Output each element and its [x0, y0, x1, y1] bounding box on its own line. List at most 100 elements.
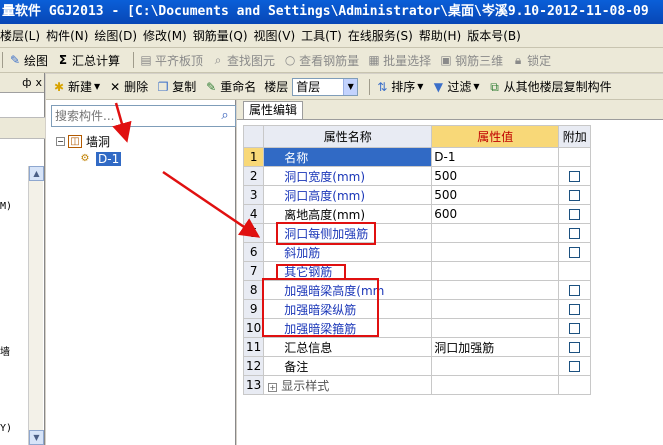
property-name: 名称 — [263, 147, 433, 167]
extra-cell — [558, 185, 592, 205]
filter-button[interactable]: ▼ 过滤 ▼ — [431, 78, 480, 95]
search-input[interactable] — [52, 107, 215, 125]
property-value[interactable]: 500 — [431, 185, 560, 205]
property-value[interactable]: D-1 — [431, 147, 560, 167]
batch-icon: ▦ — [368, 53, 380, 67]
property-value[interactable] — [431, 280, 560, 300]
pencil-icon: ✎ — [9, 53, 21, 67]
floor-select-value: 首层 — [296, 80, 321, 94]
property-value[interactable] — [431, 223, 560, 243]
table-row[interactable]: 1 名称 D-1 — [242, 147, 592, 167]
layers-icon: ⧉ — [490, 79, 499, 94]
property-name: 斜加筋 — [263, 242, 433, 262]
row-number-header — [242, 125, 265, 148]
delete-button[interactable]: ✕ 删除 — [108, 78, 148, 95]
sort-button[interactable]: ⇅ 排序 ▼ — [375, 78, 423, 95]
extra-checkbox[interactable] — [569, 361, 581, 372]
row-number: 6 — [242, 242, 265, 262]
scroll-up-icon[interactable]: ▲ — [29, 166, 44, 181]
property-group-display-style[interactable]: + 显示样式 — [263, 375, 433, 395]
extra-checkbox[interactable] — [569, 171, 581, 182]
row-number: 9 — [242, 299, 265, 319]
extra-cell — [558, 166, 592, 186]
collapse-icon[interactable]: − — [56, 136, 65, 146]
copy-from-floor-button[interactable]: ⧉ 从其他楼层复制构件 — [488, 78, 611, 95]
extra-checkbox[interactable] — [569, 304, 581, 315]
draw-button[interactable]: ✎ 绘图 — [8, 52, 48, 69]
left-dock-text: Y) — [0, 423, 13, 434]
menu-help[interactable]: 帮助(H) — [419, 27, 467, 44]
new-button[interactable]: ✱ 新建 ▼ — [52, 78, 100, 95]
table-row[interactable]: 4 离地高度(mm) 600 — [242, 204, 592, 224]
tree-node-label: 墙洞 — [86, 134, 111, 149]
property-value[interactable] — [431, 242, 560, 262]
property-value[interactable] — [431, 299, 560, 319]
property-name: 备注 — [263, 356, 433, 376]
extra-cell — [558, 242, 592, 262]
property-value[interactable] — [431, 318, 560, 338]
lock-label: 锁定 — [527, 53, 552, 68]
flat-slab-button[interactable]: ▤ 平齐板顶 — [139, 52, 203, 69]
menu-tools[interactable]: 工具(T) — [301, 27, 348, 44]
left-dock-scrollbar[interactable]: ▲ ▼ — [28, 166, 44, 445]
table-row[interactable]: 3 洞口高度(mm) 500 — [242, 185, 592, 205]
tree-node-d1[interactable]: ⚙ D-1 — [56, 150, 236, 168]
extra-checkbox[interactable] — [569, 209, 581, 220]
view-rebar-label: 查看钢筋量 — [299, 53, 360, 68]
copy-button[interactable]: ❐ 复制 — [156, 78, 196, 95]
find-element-button[interactable]: ⌕ 查找图元 — [211, 52, 275, 69]
view-rebar-button[interactable]: ○ 查看钢筋量 — [283, 52, 359, 69]
batch-select-button[interactable]: ▦ 批量选择 — [367, 52, 431, 69]
menu-view[interactable]: 视图(V) — [254, 27, 302, 44]
tree-node-wall-opening[interactable]: − ◫ 墙洞 — [56, 132, 236, 150]
menu-floor[interactable]: 楼层(L) — [0, 27, 46, 44]
new-icon: ✱ — [53, 79, 65, 94]
extra-cell — [558, 261, 592, 281]
extra-checkbox[interactable] — [569, 247, 581, 258]
property-value[interactable] — [431, 261, 560, 281]
menu-draw[interactable]: 绘图(D) — [94, 27, 143, 44]
menu-bar: 楼层(L) 构件(N) 绘图(D) 修改(M) 钢筋量(Q) 视图(V) 工具(… — [0, 24, 663, 48]
pin-icon[interactable]: ф — [22, 76, 31, 89]
menu-rebar-quantity[interactable]: 钢筋量(Q) — [193, 27, 254, 44]
rebar-3d-button[interactable]: ▣ 钢筋三维 — [439, 52, 503, 69]
table-row[interactable]: 6 斜加筋 — [242, 242, 592, 262]
rename-button[interactable]: ✎ 重命名 — [204, 78, 256, 95]
sort-label: 排序 — [391, 80, 416, 94]
table-row[interactable]: 13 + 显示样式 — [242, 375, 592, 395]
menu-online-service[interactable]: 在线服务(S) — [348, 27, 419, 44]
property-value-header: 属性值 — [431, 125, 560, 148]
extra-checkbox[interactable] — [569, 323, 581, 334]
table-row[interactable]: 2 洞口宽度(mm) 500 — [242, 166, 592, 186]
extra-checkbox[interactable] — [569, 190, 581, 201]
property-value[interactable]: 洞口加强筋 — [431, 337, 560, 357]
wall-opening-icon: ◫ — [68, 134, 82, 148]
extra-cell — [558, 280, 592, 300]
search-icon[interactable]: ⌕ — [215, 106, 235, 126]
floor-select[interactable]: 首层 ▼ — [292, 77, 359, 96]
property-value[interactable] — [431, 356, 560, 376]
close-icon[interactable]: x — [35, 76, 42, 89]
batch-select-label: 批量选择 — [383, 53, 432, 68]
lock-button[interactable]: 🔒︎ 锁定 — [511, 52, 551, 69]
table-row[interactable]: 11 汇总信息 洞口加强筋 — [242, 337, 592, 357]
menu-component[interactable]: 构件(N) — [46, 27, 94, 44]
menu-modify[interactable]: 修改(M) — [143, 27, 193, 44]
extra-cell — [558, 204, 592, 224]
extra-checkbox[interactable] — [569, 228, 581, 239]
component-tree: − ◫ 墙洞 ⚙ D-1 — [56, 132, 236, 168]
table-row[interactable]: 12 备注 — [242, 356, 592, 376]
summary-button[interactable]: Σ 汇总计算 — [56, 52, 120, 69]
tab-property-edit[interactable]: 属性编辑 — [243, 101, 304, 119]
component-gear-icon: ⚙ — [80, 152, 90, 164]
menu-version[interactable]: 版本号(B) — [467, 27, 527, 44]
extra-checkbox[interactable] — [569, 285, 581, 296]
scroll-down-icon[interactable]: ▼ — [29, 430, 44, 445]
chevron-down-icon[interactable]: ▼ — [343, 78, 358, 95]
row-number: 5 — [242, 223, 265, 243]
property-value[interactable]: 600 — [431, 204, 560, 224]
property-value[interactable]: 500 — [431, 166, 560, 186]
extra-checkbox[interactable] — [569, 342, 581, 353]
extra-cell — [558, 356, 592, 376]
expand-plus-icon[interactable]: + — [268, 382, 278, 392]
